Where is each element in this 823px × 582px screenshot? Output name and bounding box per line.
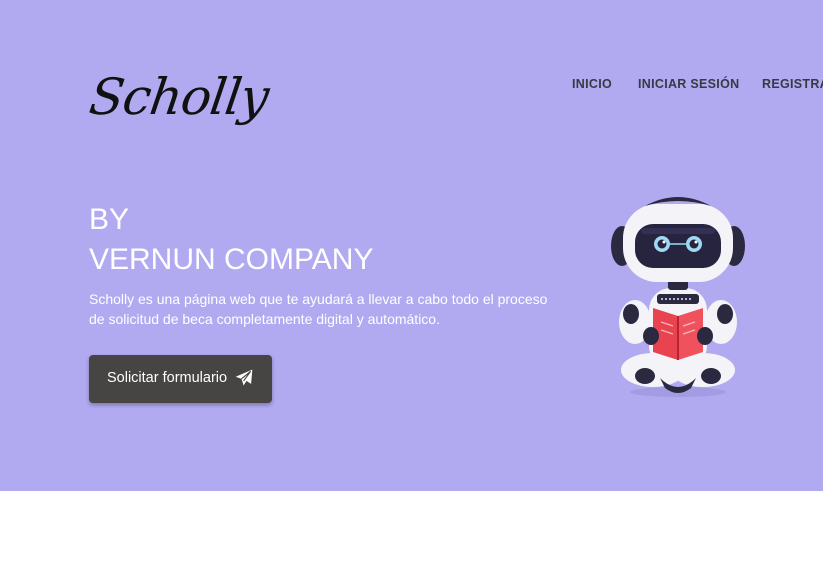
request-form-button[interactable]: Solicitar formulario — [89, 355, 272, 403]
nav-link-inicio[interactable]: INICIO — [572, 77, 612, 91]
request-form-button-label: Solicitar formulario — [107, 370, 228, 386]
hero-heading-line2: VERNUN COMPANY — [89, 243, 374, 276]
hero-heading: BY VERNUN COMPANY — [89, 200, 373, 280]
hero-section: Scholly INICIO INICIAR SESIÓN REGISTRA B… — [0, 0, 823, 491]
robot-reading-book-icon — [611, 197, 745, 397]
top-nav: INICIO INICIAR SESIÓN REGISTRA — [0, 77, 823, 93]
nav-link-registrarse[interactable]: REGISTRA — [762, 77, 823, 91]
hero-description: Scholly es una página web que te ayudará… — [89, 291, 548, 327]
paper-plane-icon — [235, 369, 253, 386]
hero-heading-line1: BY — [89, 203, 130, 236]
nav-link-iniciar-sesion[interactable]: INICIAR SESIÓN — [638, 77, 739, 91]
